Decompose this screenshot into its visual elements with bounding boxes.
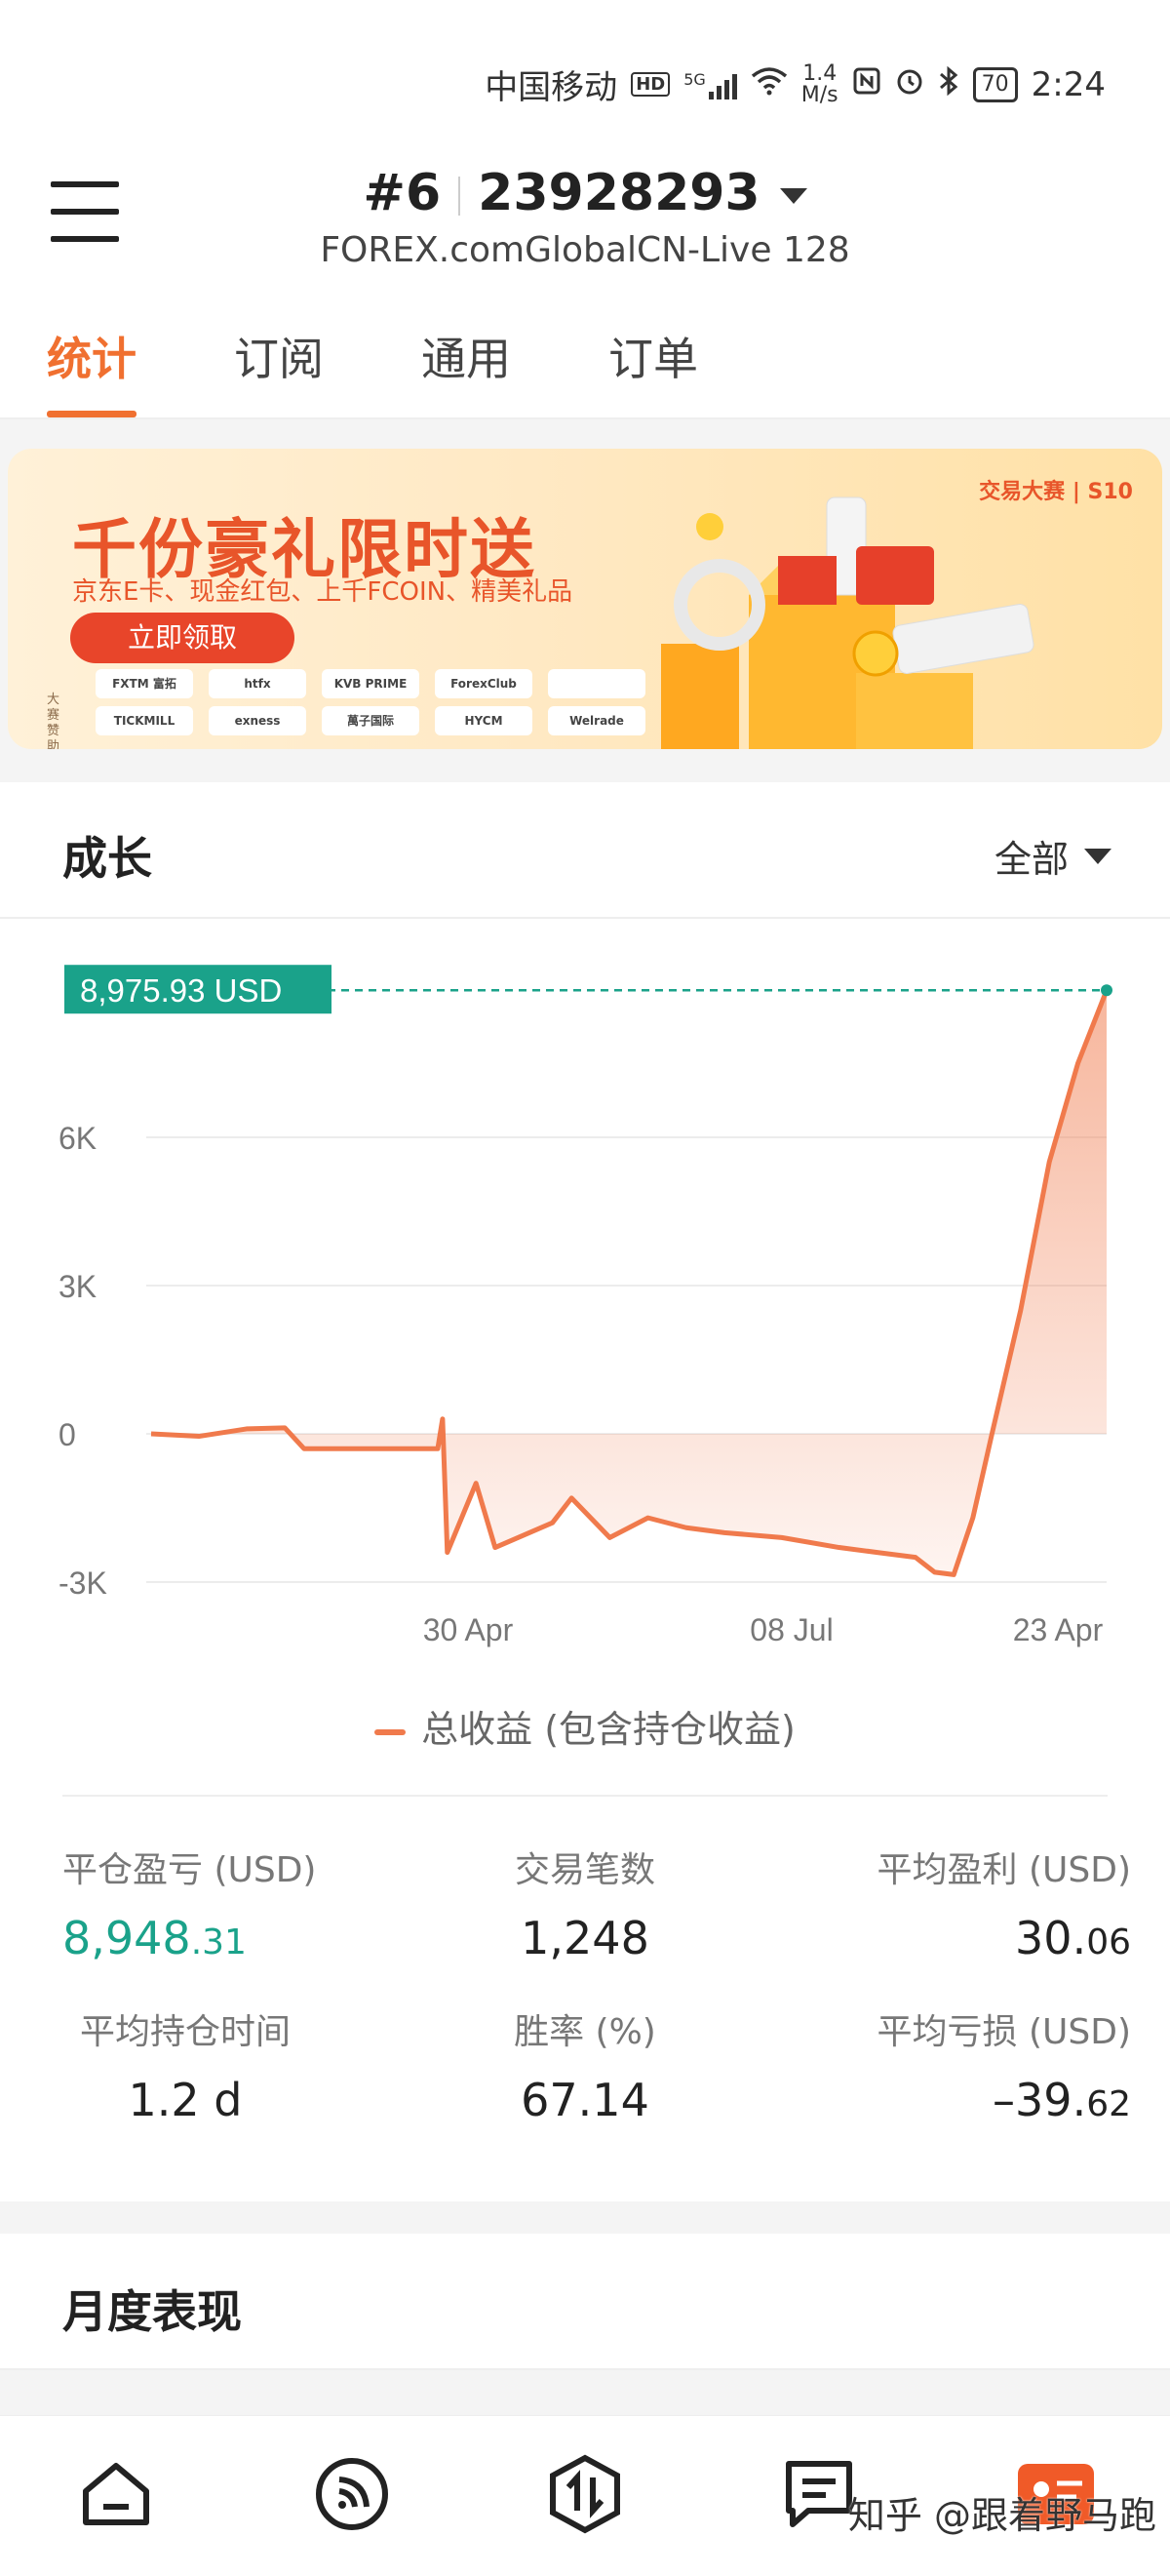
stat-label: 平仓盈亏 (USD) bbox=[62, 1850, 317, 1890]
stat-label: 平均持仓时间 bbox=[79, 2012, 291, 2052]
status-bar: 中国移动 HD 5G 1.4 M/s 70 2:24 bbox=[485, 60, 1106, 108]
claim-button[interactable]: 立即领取 bbox=[70, 613, 294, 663]
series-area bbox=[151, 990, 1107, 1575]
monthly-title: 月度表现 bbox=[62, 2285, 242, 2338]
current-value-marker bbox=[1101, 984, 1112, 997]
x-tick-label: 23 Apr bbox=[1013, 1612, 1104, 1647]
sponsor-logo: 萬子国际 bbox=[322, 706, 419, 735]
chevron-down-icon bbox=[779, 188, 807, 204]
legend-swatch bbox=[374, 1728, 407, 1735]
divider bbox=[0, 917, 1170, 919]
bluetooth-icon bbox=[938, 65, 959, 104]
stat-item: 平均亏损 (USD) –39.62 bbox=[767, 2003, 1131, 2126]
divider bbox=[0, 2368, 1170, 2370]
sponsor-logo: ForexClub bbox=[435, 669, 532, 698]
account-rank: #6 bbox=[363, 164, 442, 222]
account-number: 23928293 bbox=[478, 164, 760, 222]
stat-value: 8,948.31 bbox=[62, 1912, 247, 1964]
trade-icon[interactable] bbox=[541, 2450, 629, 2538]
sponsor-logo: Welrade bbox=[548, 706, 645, 735]
stat-item: 平仓盈亏 (USD) 8,948.31 bbox=[39, 1842, 403, 1964]
y-tick-label: -3K bbox=[58, 1565, 107, 1601]
nfc-icon bbox=[852, 66, 881, 103]
signal-icon: 5G bbox=[683, 70, 737, 99]
promo-banner[interactable]: 千份豪礼限时送 京东E卡、现金红包、上千FCOIN、精美礼品 立即领取 大赛赞助… bbox=[8, 449, 1162, 749]
hd-badge: HD bbox=[631, 72, 671, 97]
divider bbox=[62, 1795, 1108, 1797]
gift-illustration bbox=[661, 496, 1034, 749]
sponsor-logo: FXTM 富拓 bbox=[96, 669, 193, 698]
stat-label: 平均亏损 (USD) bbox=[877, 2012, 1131, 2052]
sponsor-label: 大赛赞助 bbox=[47, 693, 60, 749]
tab-subscribe[interactable]: 订阅 bbox=[234, 324, 324, 410]
y-tick-label: 6K bbox=[58, 1121, 97, 1156]
network-speed: 1.4 M/s bbox=[800, 60, 838, 107]
stat-item: 交易笔数 1,248 bbox=[403, 1842, 766, 1964]
x-tick-label: 08 Jul bbox=[750, 1612, 833, 1647]
y-tick-label: 0 bbox=[58, 1417, 76, 1452]
chevron-down-icon bbox=[1084, 848, 1112, 864]
stat-item: 胜率 (%) 67.14 bbox=[403, 2003, 766, 2126]
stat-value: 1,248 bbox=[521, 1912, 649, 1964]
legend-label: 总收益 (包含持仓收益) bbox=[421, 1708, 796, 1751]
stat-value: –39.62 bbox=[993, 2074, 1131, 2126]
sponsor-logo bbox=[548, 669, 645, 698]
tab-general[interactable]: 通用 bbox=[421, 324, 511, 410]
signal-feed-icon[interactable] bbox=[308, 2450, 396, 2538]
y-tick-label: 3K bbox=[58, 1269, 97, 1304]
sponsor-logos: FXTM 富拓 htfx KVB PRIME ForexClub TICKMIL… bbox=[96, 669, 645, 735]
current-value-label: 8,975.93 USD bbox=[80, 972, 282, 1009]
server-name: FOREX.comGlobalCN-Live 128 bbox=[320, 230, 850, 270]
stat-value: 30.06 bbox=[1015, 1912, 1131, 1964]
sponsor-logo: KVB PRIME bbox=[322, 669, 419, 698]
wifi-icon bbox=[751, 66, 788, 103]
growth-chart[interactable]: 6K 3K 0 -3K 30 Apr 08 Jul 23 Apr 8,975.93 USD bbox=[0, 927, 1170, 1678]
banner-subtitle: 京东E卡、现金红包、上千FCOIN、精美礼品 bbox=[72, 577, 573, 607]
sponsor-logo: htfx bbox=[209, 669, 306, 698]
growth-title: 成长 bbox=[62, 832, 152, 885]
tab-bar: 统计 订阅 通用 订单 bbox=[47, 324, 796, 417]
sponsor-logo: exness bbox=[209, 706, 306, 735]
stat-item: 平均盈利 (USD) 30.06 bbox=[767, 1842, 1131, 1964]
range-label: 全部 bbox=[994, 838, 1069, 881]
watermark-text: 知乎 @跟着野马跑 bbox=[847, 2494, 1156, 2537]
tab-divider bbox=[0, 417, 1170, 419]
sponsor-logo: HYCM bbox=[435, 706, 532, 735]
stat-label: 胜率 (%) bbox=[514, 2012, 656, 2052]
range-selector[interactable]: 全部 bbox=[994, 829, 1112, 883]
stat-label: 平均盈利 (USD) bbox=[877, 1850, 1131, 1890]
tab-statistics[interactable]: 统计 bbox=[47, 324, 136, 417]
stats-grid: 平仓盈亏 (USD) 8,948.31 交易笔数 1,248 平均盈利 (USD) 30.… bbox=[39, 1842, 1131, 2126]
stat-item: 平均持仓时间 1.2 d bbox=[39, 2003, 332, 2126]
sponsor-logo: TICKMILL bbox=[96, 706, 193, 735]
stat-label: 交易笔数 bbox=[514, 1850, 655, 1890]
chart-legend[interactable]: 总收益 (包含持仓收益) bbox=[0, 1699, 1170, 1753]
carrier-name: 中国移动 bbox=[485, 68, 618, 107]
alarm-icon bbox=[895, 66, 924, 103]
battery-icon: 70 bbox=[972, 66, 1018, 102]
status-time: 2:24 bbox=[1031, 64, 1106, 104]
account-selector[interactable]: #6 23928293 bbox=[0, 164, 1170, 222]
home-icon[interactable] bbox=[72, 2450, 160, 2538]
stat-value: 67.14 bbox=[521, 2074, 649, 2126]
stat-value: 1.2 d bbox=[128, 2074, 243, 2126]
x-tick-label: 30 Apr bbox=[423, 1612, 514, 1647]
tab-orders[interactable]: 订单 bbox=[608, 324, 698, 410]
